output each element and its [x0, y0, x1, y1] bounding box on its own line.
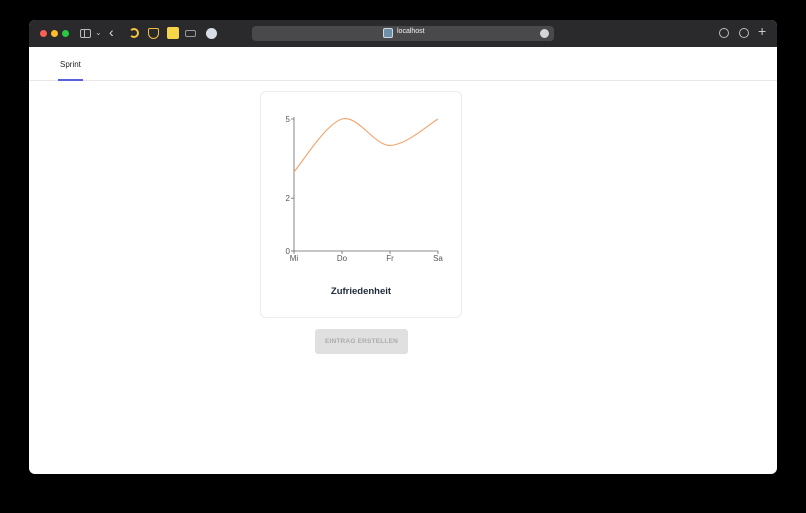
- extension-shield-icon[interactable]: [148, 28, 159, 39]
- extension-globe-icon[interactable]: [206, 28, 217, 39]
- more-options-icon[interactable]: [540, 29, 549, 38]
- url-text: localhost: [397, 28, 425, 35]
- close-window-button[interactable]: [40, 30, 47, 37]
- x-tick-label: Fr: [386, 254, 394, 263]
- x-tick-label: Do: [337, 254, 348, 263]
- browser-window: ⌄ ‹ localhost + Sprint 0 2 5 Mi Do Fr Sa Zufri…: [29, 20, 777, 474]
- active-tab-indicator: [58, 79, 83, 81]
- y-tick-label: 2: [286, 194, 291, 203]
- downloads-icon[interactable]: [719, 28, 729, 38]
- minimize-window-button[interactable]: [51, 30, 58, 37]
- x-tick-label: Mi: [290, 254, 299, 263]
- site-favicon-icon: [383, 28, 393, 38]
- browser-toolbar: ⌄ ‹ localhost +: [29, 20, 777, 47]
- tab-sprint[interactable]: Sprint: [60, 60, 81, 69]
- address-bar[interactable]: localhost: [252, 26, 554, 41]
- back-arrow-icon[interactable]: ‹: [109, 24, 114, 40]
- x-tick-label: Sa: [433, 254, 443, 263]
- app-nav: Sprint: [29, 47, 777, 81]
- y-tick-label: 5: [286, 115, 291, 124]
- chevron-down-icon[interactable]: ⌄: [95, 28, 102, 41]
- chart-title: Zufriedenheit: [330, 286, 392, 297]
- extension-toggle-icon[interactable]: [185, 30, 196, 37]
- new-tab-icon[interactable]: +: [758, 23, 766, 39]
- extension-loading-icon[interactable]: [129, 28, 139, 38]
- extension-yellow-icon[interactable]: [167, 27, 179, 39]
- maximize-window-button[interactable]: [62, 30, 69, 37]
- satisfaction-chart: 025Mi Do Fr Sa: [286, 115, 444, 263]
- history-icon[interactable]: [739, 28, 749, 38]
- sidebar-toggle-icon[interactable]: [80, 29, 91, 38]
- series-line: [293, 118, 439, 173]
- create-entry-button[interactable]: EINTRAG ERSTELLEN: [315, 329, 408, 354]
- chart-card: 0 2 5 Mi Do Fr Sa Zufriedenheit: [260, 91, 462, 318]
